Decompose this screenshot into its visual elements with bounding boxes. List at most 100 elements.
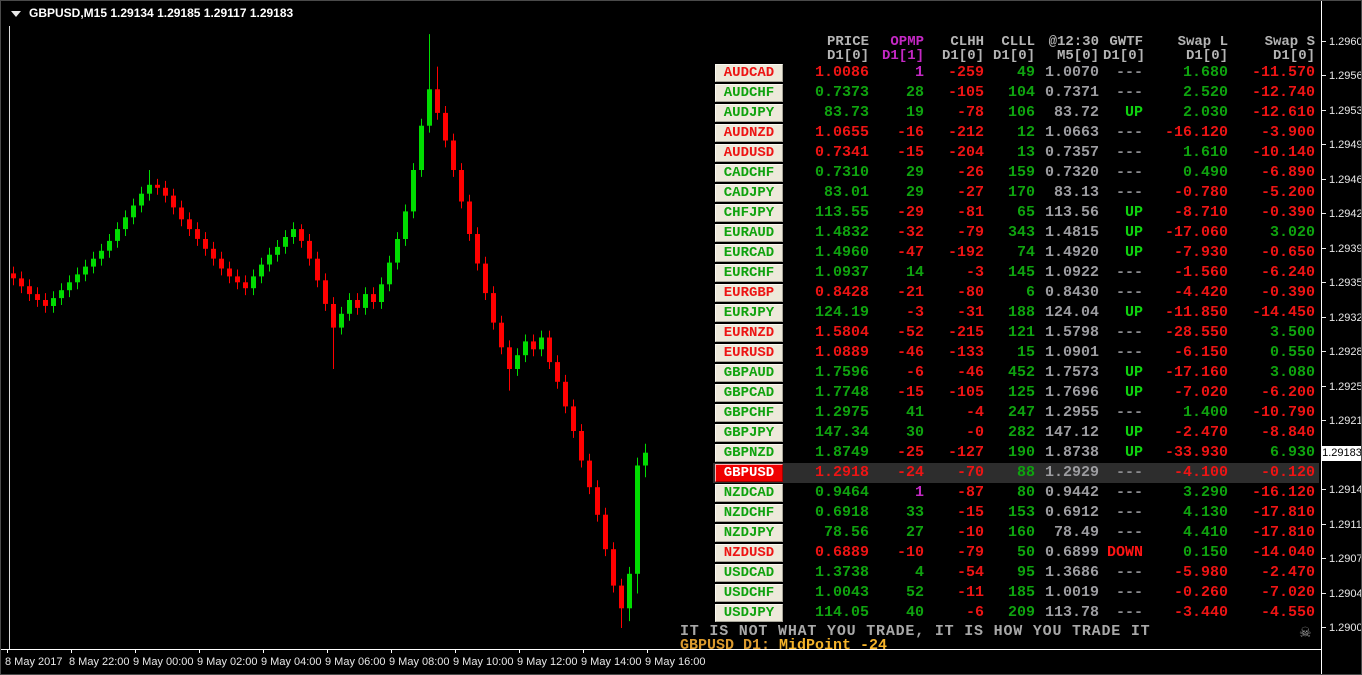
quote-cell: -33.930 (1164, 444, 1228, 461)
quote-row-usdcad[interactable]: USDCAD 1.3738 4 -54 95 1.3686 --- -5.980 -2.470 (713, 563, 1319, 583)
quote-cell: 13 (1016, 144, 1035, 161)
chart-titlebar[interactable]: GBPUSD,M15 1.29134 1.29185 1.29117 1.291… (1, 1, 1361, 25)
symbol-label-usdcad[interactable]: USDCAD (715, 564, 783, 582)
symbol-cell: GBPCAD (713, 384, 789, 402)
column-header-clhh: D1[0] (941, 48, 984, 64)
quote-cell: 83.73 (823, 104, 869, 121)
quote-cell: -3.440 (1173, 604, 1228, 621)
quote-cell: -17.060 (1164, 224, 1228, 241)
symbol-label-cadjpy[interactable]: CADJPY (715, 184, 783, 202)
quote-row-audchf[interactable]: AUDCHF 0.7373 28 -105 104 0.7371 --- 2.520 -12.7… (713, 83, 1319, 103)
quote-row-audnzd[interactable]: AUDNZD 1.0655 -16 -212 12 1.0663 --- -16.120 -3.… (713, 123, 1319, 143)
quote-cell: -32 (896, 224, 924, 241)
symbol-label-chfjpy[interactable]: CHFJPY (715, 204, 783, 222)
quote-row-eurjpy[interactable]: EURJPY 124.19 -3 -31 188 124.04 UP -11.850 -14.4… (713, 303, 1319, 323)
symbol-label-audjpy[interactable]: AUDJPY (715, 104, 783, 122)
quote-cell: -4.100 (1173, 464, 1228, 481)
quote-row-nzdcad[interactable]: NZDCAD 0.9464 1 -87 80 0.9442 --- 3.290 -16.120 (713, 483, 1319, 503)
symbol-label-nzdjpy[interactable]: NZDJPY (715, 524, 783, 542)
quote-table-header: PRICE OPMP CLHH CLLL @12:30 GWTF Swap L Swap SD… (713, 35, 1319, 63)
quote-cell: -12.610 (1251, 104, 1315, 121)
symbol-label-audcad[interactable]: AUDCAD (715, 64, 783, 82)
quote-cell: 0.8430 (1044, 284, 1099, 301)
price-tick-1.29040: 1.29040 (1322, 588, 1361, 600)
quote-row-usdjpy[interactable]: USDJPY 114.05 40 -6 209 113.78 --- -3.440 -4.550 (713, 603, 1319, 623)
quote-row-euraud[interactable]: EURAUD 1.4832 -32 -79 343 1.4815 UP -17.060 3.02… (713, 223, 1319, 243)
quote-row-chfjpy[interactable]: CHFJPY 113.55 -29 -81 65 113.56 UP -8.710 -0.390 (713, 203, 1319, 223)
quote-cell: -15 (956, 504, 984, 521)
quote-cell: 88 (1016, 464, 1035, 481)
quote-cell: 0.7371 (1044, 84, 1099, 101)
quote-cell: -10 (896, 544, 924, 561)
price-axis[interactable]: 1.29600 1.29565 1.29530 1.29495 1.29460 1.294… (1322, 1, 1361, 649)
symbol-cell: AUDUSD (713, 144, 789, 162)
quote-row-audcad[interactable]: AUDCAD 1.0086 1 -259 49 1.0070 --- 1.680 -11.570 (713, 63, 1319, 83)
symbol-label-cadchf[interactable]: CADCHF (715, 164, 783, 182)
symbol-label-gbpchf[interactable]: GBPCHF (715, 404, 783, 422)
symbol-label-gbpcad[interactable]: GBPCAD (715, 384, 783, 402)
quote-row-eurgbp[interactable]: EURGBP 0.8428 -21 -80 6 0.8430 --- -4.420 -0.390 (713, 283, 1319, 303)
symbol-label-gbpusd[interactable]: GBPUSD (715, 464, 783, 482)
quote-cell: 27 (905, 524, 924, 541)
symbol-label-nzdchf[interactable]: NZDCHF (715, 504, 783, 522)
quote-row-gbpusd[interactable]: GBPUSD 1.2918 -24 -70 88 1.2929 --- -4.100 -0.12… (713, 463, 1319, 483)
quote-row-eurnzd[interactable]: EURNZD 1.5804 -52 -215 121 1.5798 --- -28.550 3.… (713, 323, 1319, 343)
quote-row-nzdchf[interactable]: NZDCHF 0.6918 33 -15 153 0.6912 --- 4.130 -17.81… (713, 503, 1319, 523)
quote-cell: 0.7341 (814, 144, 869, 161)
quote-row-cadjpy[interactable]: CADJPY 83.01 29 -27 170 83.13 --- -0.780 -5.200 (713, 183, 1319, 203)
quote-row-gbpnzd[interactable]: GBPNZD 1.8749 -25 -127 190 1.8738 UP -33.930 6.9… (713, 443, 1319, 463)
time-axis[interactable]: 8 May 2017 8 May 22:00 9 May 00:00 9 May 02… (1, 650, 1321, 674)
quote-row-audjpy[interactable]: AUDJPY 83.73 19 -78 106 83.72 UP 2.030 -12.610 (713, 103, 1319, 123)
quote-row-nzdjpy[interactable]: NZDJPY 78.56 27 -10 160 78.49 --- 4.410 -17.810 (713, 523, 1319, 543)
time-tick (519, 650, 520, 653)
quote-row-usdchf[interactable]: USDCHF 1.0043 52 -11 185 1.0019 --- -0.260 -7.02… (713, 583, 1319, 603)
quote-cell: 52 (905, 584, 924, 601)
quote-row-gbpaud[interactable]: GBPAUD 1.7596 -6 -46 452 1.7573 UP -17.160 3.080 (713, 363, 1319, 383)
quote-row-nzdusd[interactable]: NZDUSD 0.6889 -10 -79 50 0.6899 DOWN 0.150 -14.0… (713, 543, 1319, 563)
quote-row-eurchf[interactable]: EURCHF 1.0937 14 -3 145 1.0922 --- -1.560 -6.240 (713, 263, 1319, 283)
symbol-label-gbpnzd[interactable]: GBPNZD (715, 444, 783, 462)
quote-cell: 0.150 (1182, 544, 1228, 561)
symbol-label-eurgbp[interactable]: EURGBP (715, 284, 783, 302)
price-tick-1.29495: 1.29495 (1322, 139, 1361, 151)
quote-row-gbpcad[interactable]: GBPCAD 1.7748 -15 -105 125 1.7696 UP -7.020 -6.2… (713, 383, 1319, 403)
symbol-label-eurcad[interactable]: EURCAD (715, 244, 783, 262)
chart-dropdown-icon[interactable] (11, 11, 21, 17)
quote-cell: 1.5804 (814, 324, 869, 341)
symbol-label-euraud[interactable]: EURAUD (715, 224, 783, 242)
symbol-label-eurchf[interactable]: EURCHF (715, 264, 783, 282)
quote-cell: 95 (1016, 564, 1035, 581)
symbol-cell: CADCHF (713, 164, 789, 182)
quote-row-eurusd[interactable]: EURUSD 1.0889 -46 -133 15 1.0901 --- -6.150 0.55… (713, 343, 1319, 363)
quote-cell: -2.470 (1260, 564, 1315, 581)
quote-cell: 78.56 (823, 524, 869, 541)
quote-cell: 1.7696 (1044, 384, 1099, 401)
symbol-label-eurjpy[interactable]: EURJPY (715, 304, 783, 322)
quote-row-cadchf[interactable]: CADCHF 0.7310 29 -26 159 0.7320 --- 0.490 -6.890 (713, 163, 1319, 183)
symbol-label-eurusd[interactable]: EURUSD (715, 344, 783, 362)
symbol-label-audnzd[interactable]: AUDNZD (715, 124, 783, 142)
symbol-label-audchf[interactable]: AUDCHF (715, 84, 783, 102)
quote-row-eurcad[interactable]: EURCAD 1.4960 -47 -192 74 1.4920 UP -7.930 -0.65… (713, 243, 1319, 263)
quote-cell: 40 (905, 604, 924, 621)
symbol-label-gbpjpy[interactable]: GBPJPY (715, 424, 783, 442)
quote-row-audusd[interactable]: AUDUSD 0.7341 -15 -204 13 0.7357 --- 1.610 -10.1… (713, 143, 1319, 163)
quote-cell: -27 (956, 184, 984, 201)
quote-cell: --- (1115, 164, 1143, 181)
symbol-label-nzdusd[interactable]: NZDUSD (715, 544, 783, 562)
symbol-label-audusd[interactable]: AUDUSD (715, 144, 783, 162)
quote-cell: 0.8428 (814, 284, 869, 301)
symbol-label-gbpaud[interactable]: GBPAUD (715, 364, 783, 382)
quote-cell: -259 (947, 64, 984, 81)
symbol-label-usdchf[interactable]: USDCHF (715, 584, 783, 602)
quote-cell: -80 (956, 284, 984, 301)
quote-row-gbpjpy[interactable]: GBPJPY 147.34 30 -0 282 147.12 UP -2.470 -8.840 (713, 423, 1319, 443)
quote-cell: 1 (914, 64, 924, 81)
quote-cell: 1.0901 (1044, 344, 1099, 361)
symbol-label-eurnzd[interactable]: EURNZD (715, 324, 783, 342)
symbol-label-nzdcad[interactable]: NZDCAD (715, 484, 783, 502)
symbol-label-usdjpy[interactable]: USDJPY (715, 604, 783, 622)
quote-cell: 0.9442 (1044, 484, 1099, 501)
quote-cell: -6 (965, 604, 984, 621)
quote-row-gbpchf[interactable]: GBPCHF 1.2975 41 -4 247 1.2955 --- 1.400 -10.790 (713, 403, 1319, 423)
